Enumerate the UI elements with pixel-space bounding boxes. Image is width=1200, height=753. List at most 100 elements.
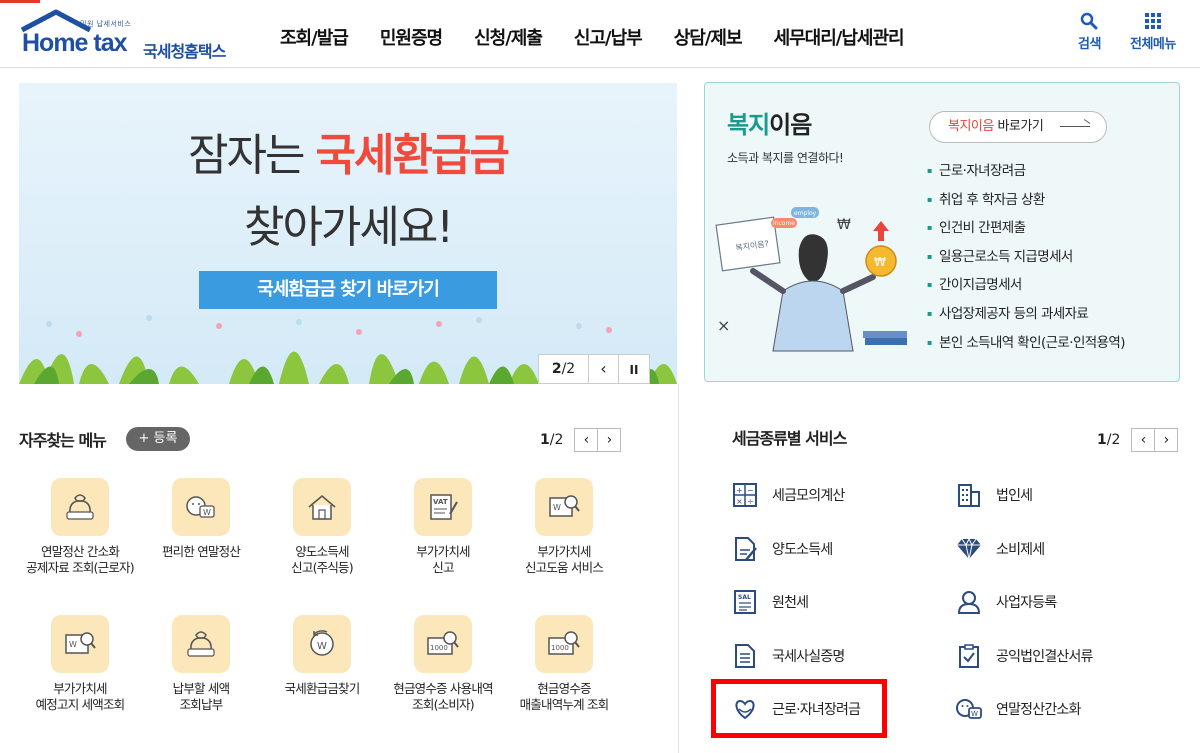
svg-text:+: + [736,486,743,495]
banner-headline-pre: 잠자는 [188,130,316,181]
welfare-item[interactable]: 근로·자녀장려금 [927,157,1125,186]
logo-name: 국세청홈택스 [143,42,226,61]
fav-item-label: 납부할 세액 조회납부 [172,681,230,712]
svg-text:×: × [717,316,730,335]
tax-page-current: 1 [1097,432,1107,448]
main-nav: 조회/발급 민원증명 신청/제출 신고/납부 상담/제보 세무대리/납세관리 [280,24,905,50]
all-menu-button[interactable]: 전체메뉴 [1130,12,1176,52]
welfare-title-rest: 이음 [769,111,812,139]
nav-consult[interactable]: 상담/제보 [674,24,743,50]
fav-item-refund-find[interactable]: W 국세환급금찾기 [261,615,383,697]
coin-face-icon: W [172,478,230,536]
nav-certificate[interactable]: 민원증명 [380,24,443,50]
salary-doc-icon: SAL [730,587,760,617]
welfare-goto-button[interactable]: 복지이음 바로가기 [929,111,1107,143]
highlight-box [711,679,887,738]
fav-item-label: 편리한 연말정산 [161,544,241,559]
fav-item-label: 부가가치세 신고 [416,544,470,575]
fav-item-vat-estimated[interactable]: W 부가가치세 예정고지 세액조회 [19,615,141,713]
clipboard-check-icon [954,641,984,671]
favorites-page-indicator: 1/2 [540,432,563,448]
tax-item-label: 세금모의계산 [772,488,845,504]
nav-application[interactable]: 신청/제출 [474,24,543,50]
tax-item-withholding[interactable]: SAL 원천세 [730,587,809,617]
nav-inquiry[interactable]: 조회/발급 [280,24,349,50]
grid-menu-icon [1144,13,1161,29]
tax-page-indicator: 1/2 [1097,432,1120,448]
welfare-link-accent: 복지이음 [948,119,994,134]
tax-item-public-corp-docs[interactable]: 공익법인결산서류 [954,641,1093,671]
welfare-item[interactable]: 간이지급명세서 [927,271,1125,300]
fav-item-cash-receipt-sales[interactable]: 1000 현금영수증 매출내역누계 조회 [503,615,625,713]
search-label: 검색 [1078,37,1101,52]
tax-item-label: 법인세 [996,488,1033,504]
all-menu-label: 전체메뉴 [1130,37,1176,52]
favorites-prev-button[interactable]: ‹ [574,428,599,452]
fav-item-tax-payment[interactable]: 납부할 세액 조회납부 [140,615,262,713]
fav-item-cash-receipt-consumer[interactable]: 1000 현금영수증 사용내역 조회(소비자) [382,615,504,713]
tax-page-total: /2 [1106,432,1121,448]
fav-item-label: 현금영수증 매출내역누계 조회 [519,681,610,712]
tax-item-fact-certificate[interactable]: 국세사실증명 [730,641,845,671]
doc-search-icon: W [535,478,593,536]
welfare-item[interactable]: 본인 소득내역 확인(근로·인적용역) [927,329,1125,358]
banner-prev-button[interactable]: ‹ [589,355,619,383]
logo-brand: Home tax [22,29,128,57]
svg-text:1000: 1000 [430,644,448,652]
banner-page-current: 2 [551,361,562,377]
fav-item-label: 국세환급금찾기 [284,681,361,696]
svg-text:SAL: SAL [738,594,751,601]
fav-item-yearend-simple[interactable]: 연말정산 간소화 공제자료 조회(근로자) [19,478,141,576]
welfare-item[interactable]: 일용근로소득 지급명세서 [927,243,1125,272]
welfare-subtitle: 소득과 복지를 연결하다! [727,151,844,165]
tax-item-capital-gains[interactable]: 양도소득세 [730,534,833,564]
banner-headline-2: 찾아가세요! [243,202,454,253]
svg-text:−: − [747,486,754,495]
tax-item-simulation[interactable]: + − × ÷ 세금모의계산 [730,480,845,510]
banner-headline-highlight: 국세환급금 [315,130,510,181]
fav-item-label: 현금영수증 사용내역 조회(소비자) [393,681,493,712]
svg-text:÷: ÷ [747,497,754,506]
tax-item-business-registration[interactable]: 사업자등록 [954,587,1057,617]
money-bag-icon [172,615,230,673]
tax-item-consumption[interactable]: 소비제세 [954,534,1045,564]
tax-next-button[interactable]: › [1154,428,1179,452]
favorites-page-total: /2 [549,432,564,448]
favorites-pager: 1/2 ‹ › [540,428,622,452]
fav-item-capital-gains[interactable]: 양도소득세 신고(주식등) [261,478,383,576]
tax-item-label: 양도소득세 [772,542,833,558]
house-icon [293,478,351,536]
doc-search-icon: W [51,615,109,673]
nav-tax-agent[interactable]: 세무대리/납세관리 [774,24,905,50]
hometax-logo[interactable]: 민원 납세서비스 Home tax 국세청홈택스 [18,8,248,62]
banner-pause-button[interactable]: II [619,355,649,383]
tax-item-label: 국세사실증명 [772,649,845,665]
nav-report-payment[interactable]: 신고/납부 [574,24,643,50]
money-bag-icon [51,478,109,536]
fav-item-vat-report[interactable]: VAT 부가가치세 신고 [382,478,504,576]
refund-banner[interactable]: 잠자는 국세환급금 찾아가세요! 국세환급금 찾기 바로가기 2/2 ‹ II [19,83,677,384]
svg-text:W: W [553,503,561,512]
welfare-link-rest: 바로가기 [993,119,1044,134]
favorites-next-button[interactable]: › [597,428,622,452]
tax-prev-button[interactable]: ‹ [1131,428,1156,452]
fav-item-label: 연말정산 간소화 공제자료 조회(근로자) [26,544,134,575]
tax-item-corporate[interactable]: 법인세 [954,480,1033,510]
fav-item-vat-help[interactable]: W 부가가치세 신고도움 서비스 [503,478,625,576]
search-button[interactable]: 검색 [1078,12,1101,52]
banner-page-total: /2 [561,361,576,377]
welfare-item[interactable]: 사업장제공자 등의 과세자료 [927,300,1125,329]
svg-text:×: × [736,497,743,506]
search-icon [1081,12,1098,30]
tax-item-yearend-simple[interactable]: W 연말정산간소화 [954,694,1081,724]
welfare-illustration: 복지이음? employ income ₩ ₩ × [715,207,907,352]
top-accent-bar [0,0,40,3]
logo-tagline: 민원 납세서비스 [80,20,132,28]
welfare-item[interactable]: 취업 후 학자금 상환 [927,186,1125,215]
welfare-title: 복지이음 [727,105,812,140]
fav-item-easy-yearend[interactable]: W 편리한 연말정산 [140,478,262,560]
section-divider [678,384,679,753]
favorites-register-button[interactable]: + 등록 [126,427,190,451]
favorites-page-current: 1 [540,432,550,448]
welfare-item[interactable]: 인건비 간편제출 [927,214,1125,243]
